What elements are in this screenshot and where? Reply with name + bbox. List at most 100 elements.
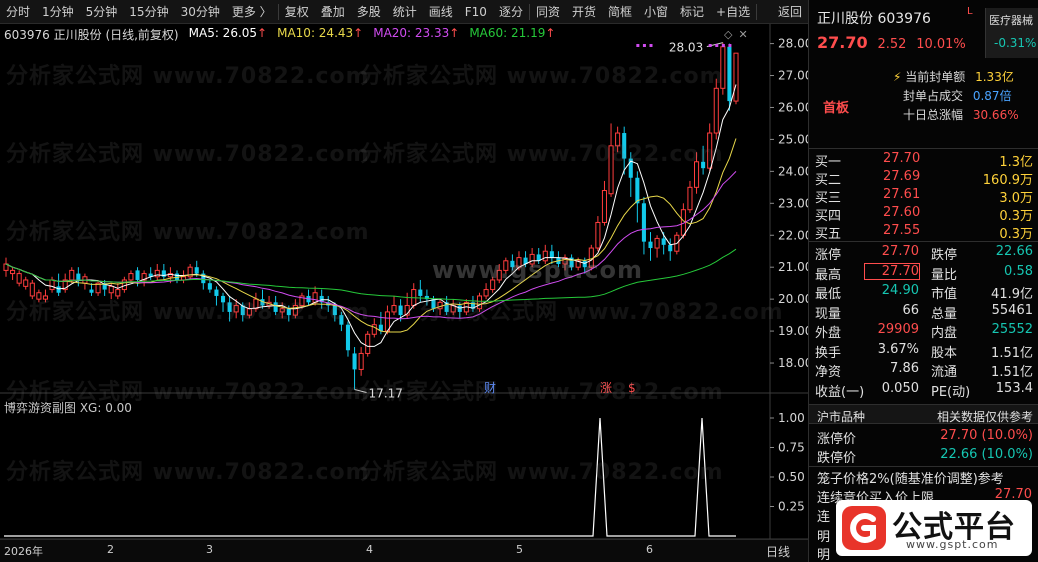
candle-body	[418, 289, 423, 296]
toolbar-button[interactable]: 同资	[530, 0, 566, 24]
sector-box[interactable]: 医疗器械 -0.31%	[985, 8, 1038, 58]
candle-body	[457, 305, 462, 312]
toolbar-button[interactable]: 30分钟	[175, 0, 226, 24]
date-label: 3	[206, 543, 213, 556]
candle-body	[720, 46, 726, 89]
candle-body	[694, 161, 700, 188]
quote-value: 22.66	[995, 244, 1033, 259]
date-label: 5	[516, 543, 523, 556]
quote-value: 41.9亿	[991, 287, 1033, 302]
quote-label: 涨停	[815, 248, 842, 263]
toolbar-button[interactable]: 开货	[566, 0, 602, 24]
toolbar-button[interactable]: 复权	[279, 0, 315, 24]
toolbar-button[interactable]: F10	[459, 0, 493, 24]
candle-body	[286, 308, 291, 316]
toolbar-button[interactable]: 小窗	[638, 0, 674, 24]
brand-logo: 公式平台 www.gspt.com	[836, 500, 1032, 556]
candle-body	[16, 273, 22, 284]
kline-chart[interactable]: 28.0027.0026.0025.0024.0023.0022.0021.00…	[0, 24, 808, 562]
toolbar-button[interactable]: 1分钟	[36, 0, 80, 24]
quote-value: 29909	[877, 322, 919, 337]
ma20-line	[5, 171, 737, 320]
candle-body	[339, 315, 344, 325]
y-tick-label: 26.00	[778, 100, 808, 114]
toolbar-button[interactable]: 多股	[351, 0, 387, 24]
bid-volume: 0.3万	[999, 227, 1033, 242]
toolbar-button[interactable]: 15分钟	[123, 0, 174, 24]
candle-body	[279, 308, 285, 313]
candle-body	[227, 302, 232, 312]
candle-body	[490, 279, 496, 291]
toolbar-button[interactable]: 逐分	[493, 0, 529, 24]
candle-body	[371, 324, 377, 335]
first-board-tag: 首板	[823, 101, 850, 116]
diamond-icon[interactable]: ◇	[724, 28, 732, 41]
bid-row[interactable]: 买二 27.69 160.9万	[809, 169, 1038, 188]
candle-body	[23, 279, 29, 287]
toolbar-button[interactable]: 分时	[0, 0, 36, 24]
divider	[809, 241, 1038, 242]
chart-area[interactable]: 28.0027.0026.0025.0024.0023.0022.0021.00…	[0, 24, 808, 562]
toolbar-button[interactable]: 叠加	[315, 0, 351, 24]
candle-body	[128, 273, 134, 281]
bid-row[interactable]: 买四 27.60 0.3万	[809, 205, 1038, 224]
low-pointer	[354, 389, 367, 394]
quote-row: 换手 3.67% 股本 1.51亿	[809, 342, 1038, 361]
bid-row[interactable]: 买一 27.70 1.3亿	[809, 151, 1038, 170]
toolbar-button[interactable]: +自选	[710, 0, 756, 24]
bid-row[interactable]: 买三 27.61 3.0万	[809, 187, 1038, 206]
quote-label: 最高	[815, 267, 842, 283]
toolbar-button[interactable]: 更多 〉	[226, 0, 278, 24]
quote-label: 现量	[815, 306, 842, 322]
legend-ma20: MA20: 23.33↑	[373, 26, 460, 40]
candle-body	[115, 289, 121, 297]
bid-row[interactable]: 买五 27.55 0.3万	[809, 223, 1038, 242]
quote-row: 涨停 27.70 跌停 22.66	[809, 244, 1038, 263]
candle-body	[483, 289, 489, 297]
quote-value: 0.050	[881, 380, 919, 396]
date-label: 2	[107, 543, 114, 556]
candle-body	[701, 161, 706, 169]
toolbar-button[interactable]: 统计	[387, 0, 423, 24]
sub-y-tick-label: 0.75	[778, 441, 805, 455]
quote-value: 1.51亿	[991, 345, 1033, 361]
toolbar-button[interactable]: 5分钟	[80, 0, 124, 24]
quote-value: 24.90	[881, 283, 919, 298]
bolt-icon: ⚡	[893, 70, 902, 84]
date-axis: 2026年 2 3 4 5 6 日线	[0, 539, 808, 562]
toolbar-button[interactable]: 画线	[423, 0, 459, 24]
trail-text: 连	[817, 510, 831, 525]
quote-value: 66	[902, 302, 919, 318]
event-marker: 涨	[600, 380, 612, 395]
signal-dot	[715, 44, 719, 47]
candle-body	[233, 305, 239, 313]
candle-body	[89, 289, 94, 293]
candle-body	[398, 305, 403, 316]
quote-label: 流通	[931, 365, 958, 380]
last-price: 27.70	[817, 33, 868, 52]
event-marker: $	[628, 381, 636, 395]
bid-volume: 0.3万	[999, 209, 1033, 224]
quote-label: 跌停	[931, 248, 958, 263]
gspt-logo-icon	[842, 506, 886, 550]
sub-legend: 博弈游资副图 XG: 0.00	[4, 401, 132, 415]
period-selector[interactable]: 日线	[766, 543, 790, 560]
return-button[interactable]: 返回	[772, 0, 808, 24]
candle-body	[582, 260, 587, 268]
toolbar-button[interactable]: 简框	[602, 0, 638, 24]
sub-y-tick-label: 0.50	[778, 470, 805, 484]
ma5-line	[5, 84, 737, 347]
quote-label: 量比	[931, 267, 958, 283]
toolbar-separator	[756, 3, 758, 20]
candle-body	[10, 269, 16, 275]
price-row: 27.70 2.52 10.01%	[817, 33, 966, 52]
quote-label: 市值	[931, 287, 958, 302]
candle-body	[476, 295, 483, 310]
market-header: 沪市品种 相关数据仅供参考	[809, 404, 1038, 424]
quote-value: 0.58	[1004, 263, 1033, 279]
close-icon[interactable]: ✕	[738, 28, 747, 41]
quote-row: 最低 24.90 市值 41.9亿	[809, 283, 1038, 302]
candle-body	[668, 244, 673, 252]
candle-body	[595, 221, 601, 249]
toolbar-button[interactable]: 标记	[674, 0, 710, 24]
